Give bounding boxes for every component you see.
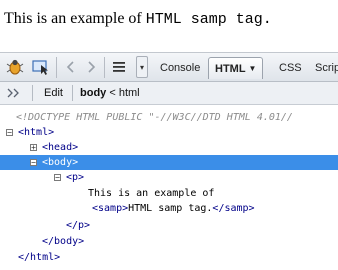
p-open-tag: <p> — [66, 172, 85, 183]
body-close-tag: </body> — [42, 236, 85, 247]
breadcrumb-bar: Edit body < html — [0, 82, 338, 105]
body-close-line: </body> — [42, 234, 84, 249]
tab-script-label: Scrip — [315, 62, 338, 74]
menu-lines-icon[interactable] — [108, 57, 130, 77]
tree-node-html[interactable]: − <html> — [0, 125, 338, 140]
html-open-tag: <html> — [18, 127, 55, 138]
rendered-paragraph: This is an example of HTML samp tag. — [4, 10, 272, 28]
tab-html-label: HTML — [215, 62, 246, 75]
breadcrumb-parent[interactable]: html — [119, 87, 140, 99]
tab-css[interactable]: CSS — [279, 58, 302, 78]
tree-node-head[interactable]: + <head> — [0, 140, 338, 155]
p-close-line: </p> — [66, 218, 90, 233]
breadcrumb-current[interactable]: body — [80, 87, 106, 99]
tab-console-label: Console — [160, 62, 201, 74]
tab-script[interactable]: Scrip — [315, 58, 338, 78]
collapse-toggle-icon[interactable]: − — [54, 174, 61, 182]
breadcrumb: body < html — [80, 87, 140, 99]
firebug-toolbar: ▾ Console HTML ▼ CSS Scrip — [0, 52, 338, 82]
collapse-toggle-icon[interactable]: − — [6, 129, 13, 137]
samp-open-tag: <samp> — [92, 203, 129, 214]
collapse-toggle-icon[interactable]: − — [30, 159, 37, 167]
edit-button[interactable]: Edit — [44, 87, 63, 99]
html-close-line: </html> — [18, 250, 60, 265]
tab-css-label: CSS — [279, 62, 302, 74]
samp-content: HTML samp tag. — [128, 203, 213, 214]
tree-node-body[interactable]: − <body> — [0, 155, 338, 170]
inspect-element-icon[interactable] — [30, 57, 52, 77]
doctype-line: <!DOCTYPE HTML PUBLIC "-//W3C//DTD HTML … — [16, 110, 293, 125]
back-arrow-icon[interactable] — [60, 57, 82, 77]
firebug-bug-icon[interactable] — [4, 57, 26, 77]
breadcrumb-separator: < — [109, 87, 116, 99]
html-close-tag: </html> — [18, 252, 61, 263]
paragraph-text: This is an example of — [4, 10, 146, 27]
p-close-tag: </p> — [66, 220, 91, 231]
forward-arrow-icon[interactable] — [80, 57, 102, 77]
samp-close-tag: </samp> — [212, 203, 255, 214]
text-node[interactable]: This is an example of — [88, 186, 214, 201]
tab-console[interactable]: Console — [160, 58, 200, 78]
tree-node-p[interactable]: − <p> — [0, 170, 338, 185]
expand-plus-icon[interactable]: + — [30, 144, 37, 152]
menu-dropdown-button[interactable]: ▾ — [136, 56, 148, 78]
samp-text: HTML samp tag. — [145, 11, 272, 28]
doctype-text: <!DOCTYPE HTML PUBLIC "-//W3C//DTD HTML … — [16, 112, 293, 123]
body-open-tag: <body> — [42, 157, 79, 168]
text-node-content: This is an example of — [88, 188, 215, 199]
tab-html[interactable]: HTML ▼ — [208, 57, 264, 79]
expand-toggle-icon[interactable] — [6, 86, 20, 103]
head-tag: <head> — [42, 142, 79, 153]
tree-node-samp[interactable]: <samp>HTML samp tag.</samp> — [92, 201, 255, 216]
chevron-down-icon: ▼ — [248, 64, 257, 73]
dom-tree: <!DOCTYPE HTML PUBLIC "-//W3C//DTD HTML … — [0, 106, 338, 270]
